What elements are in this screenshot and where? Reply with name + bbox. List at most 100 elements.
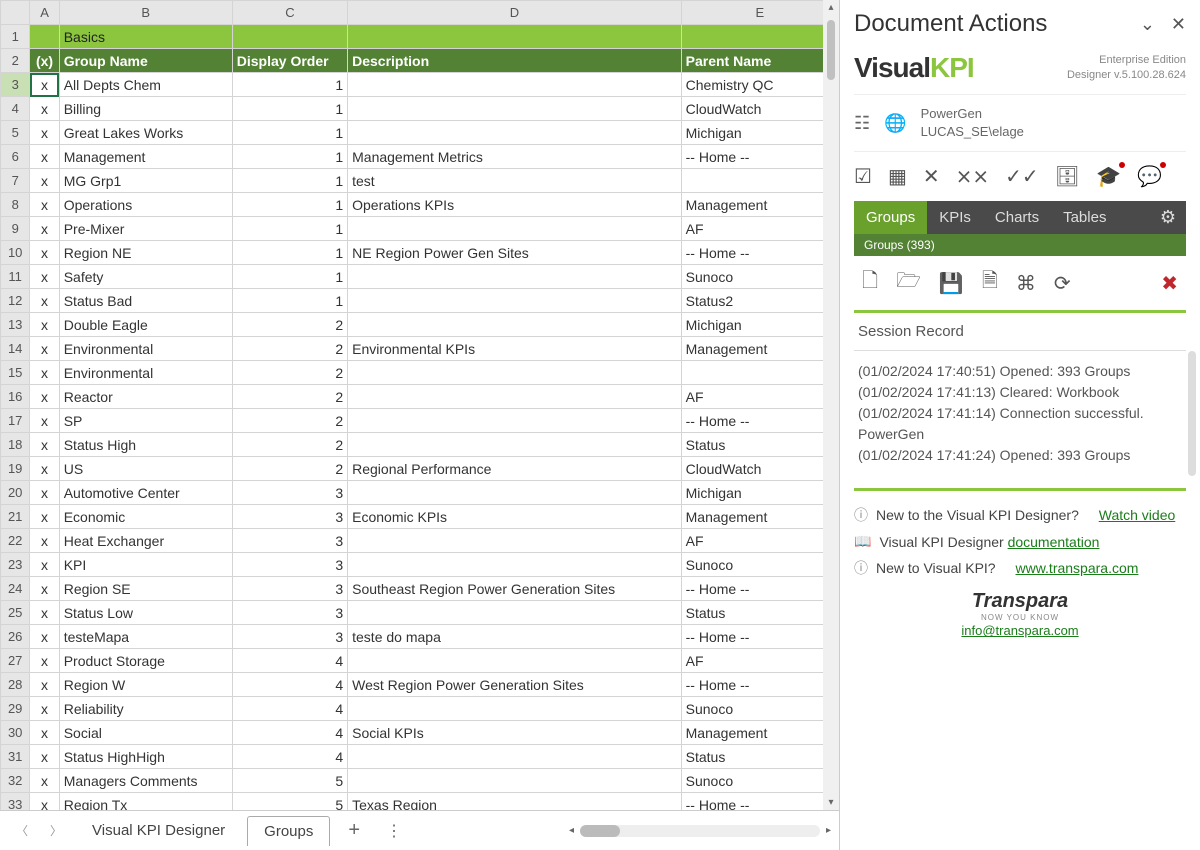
cell[interactable]: Social bbox=[59, 721, 232, 745]
cell[interactable]: 1 bbox=[232, 97, 347, 121]
cell[interactable]: Environmental KPIs bbox=[348, 337, 682, 361]
sheet-tab-designer[interactable]: Visual KPI Designer bbox=[76, 816, 241, 845]
cell[interactable]: 2 bbox=[232, 361, 347, 385]
cell[interactable]: 5 bbox=[232, 793, 347, 811]
cell[interactable]: 2 bbox=[232, 385, 347, 409]
cell[interactable]: -- Home -- bbox=[681, 625, 838, 649]
cell[interactable]: x bbox=[30, 337, 59, 361]
cell[interactable]: x bbox=[30, 673, 59, 697]
cell[interactable]: x bbox=[30, 457, 59, 481]
cell[interactable]: 3 bbox=[232, 601, 347, 625]
cell[interactable]: Management bbox=[681, 337, 838, 361]
row-header[interactable]: 10 bbox=[1, 241, 30, 265]
cell[interactable] bbox=[348, 121, 682, 145]
cell[interactable]: x bbox=[30, 241, 59, 265]
cell[interactable]: x bbox=[30, 553, 59, 577]
watch-video-link[interactable]: Watch video bbox=[1099, 507, 1176, 523]
cell[interactable]: Parent Name bbox=[681, 49, 838, 73]
cell[interactable]: Region SE bbox=[59, 577, 232, 601]
cell[interactable]: Operations KPIs bbox=[348, 193, 682, 217]
col-header[interactable]: C bbox=[232, 1, 347, 25]
cell[interactable]: Status High bbox=[59, 433, 232, 457]
cell[interactable]: 1 bbox=[232, 73, 347, 97]
delete-red-icon[interactable]: ✖ bbox=[1161, 271, 1178, 296]
settings-gear-icon[interactable]: ⚙ bbox=[1150, 201, 1186, 234]
cell[interactable] bbox=[348, 697, 682, 721]
cell[interactable]: 1 bbox=[232, 121, 347, 145]
hscroll-right-icon[interactable]: ▸ bbox=[826, 825, 831, 836]
cell[interactable]: Double Eagle bbox=[59, 313, 232, 337]
cell[interactable] bbox=[681, 361, 838, 385]
cell[interactable]: x bbox=[30, 313, 59, 337]
cell[interactable]: x bbox=[30, 289, 59, 313]
cell[interactable]: -- Home -- bbox=[681, 241, 838, 265]
cell[interactable]: Status Low bbox=[59, 601, 232, 625]
cell[interactable]: 2 bbox=[232, 433, 347, 457]
cell[interactable]: x bbox=[30, 121, 59, 145]
cell[interactable] bbox=[348, 25, 682, 49]
cell[interactable]: Automotive Center bbox=[59, 481, 232, 505]
cell[interactable]: 2 bbox=[232, 457, 347, 481]
cell[interactable]: AF bbox=[681, 217, 838, 241]
tab-charts[interactable]: Charts bbox=[983, 201, 1051, 234]
row-header[interactable]: 3 bbox=[1, 73, 30, 97]
cell[interactable]: Status bbox=[681, 745, 838, 769]
hscroll-thumb[interactable] bbox=[580, 825, 620, 837]
row-header[interactable]: 22 bbox=[1, 529, 30, 553]
cell[interactable]: US bbox=[59, 457, 232, 481]
cell[interactable]: 2 bbox=[232, 313, 347, 337]
row-header[interactable]: 1 bbox=[1, 25, 30, 49]
cell[interactable]: 3 bbox=[232, 625, 347, 649]
row-header[interactable]: 27 bbox=[1, 649, 30, 673]
cell[interactable]: x bbox=[30, 649, 59, 673]
cell[interactable] bbox=[681, 169, 838, 193]
cell[interactable]: Status2 bbox=[681, 289, 838, 313]
cell[interactable]: 1 bbox=[232, 145, 347, 169]
database-sync-icon[interactable]: 🗄 bbox=[1055, 164, 1080, 189]
cell[interactable]: 3 bbox=[232, 529, 347, 553]
row-header[interactable]: 16 bbox=[1, 385, 30, 409]
scroll-down-icon[interactable]: ▾ bbox=[826, 795, 835, 810]
approve-all-icon[interactable]: ✓✓ bbox=[1005, 164, 1039, 189]
cell[interactable] bbox=[348, 73, 682, 97]
cell[interactable]: 1 bbox=[232, 193, 347, 217]
cell[interactable] bbox=[348, 601, 682, 625]
preview-icon[interactable]: 🗎 bbox=[982, 266, 998, 300]
cell[interactable]: Region Tx bbox=[59, 793, 232, 811]
cell[interactable]: 1 bbox=[232, 217, 347, 241]
cell[interactable]: All Depts Chem bbox=[59, 73, 232, 97]
cell[interactable]: x bbox=[30, 217, 59, 241]
cell[interactable] bbox=[348, 361, 682, 385]
row-header[interactable]: 8 bbox=[1, 193, 30, 217]
row-header[interactable]: 33 bbox=[1, 793, 30, 811]
cell[interactable]: 3 bbox=[232, 577, 347, 601]
cell[interactable] bbox=[348, 385, 682, 409]
cell[interactable]: Group Name bbox=[59, 49, 232, 73]
cell[interactable]: MG Grp1 bbox=[59, 169, 232, 193]
cell[interactable]: Sunoco bbox=[681, 265, 838, 289]
hierarchy-icon[interactable]: ⌘ bbox=[1016, 271, 1036, 296]
row-header[interactable]: 19 bbox=[1, 457, 30, 481]
row-header[interactable]: 7 bbox=[1, 169, 30, 193]
globe-icon[interactable]: 🌐 bbox=[884, 113, 906, 134]
education-icon[interactable]: 🎓 bbox=[1096, 164, 1121, 189]
row-header[interactable]: 26 bbox=[1, 625, 30, 649]
cell[interactable] bbox=[348, 433, 682, 457]
row-header[interactable]: 6 bbox=[1, 145, 30, 169]
cell[interactable]: -- Home -- bbox=[681, 577, 838, 601]
refresh-icon[interactable]: ⟳ bbox=[1054, 271, 1071, 296]
panel-close-icon[interactable]: ✕ bbox=[1171, 14, 1186, 35]
row-header[interactable]: 21 bbox=[1, 505, 30, 529]
cell[interactable]: 4 bbox=[232, 721, 347, 745]
hscroll-left-icon[interactable]: ◂ bbox=[569, 825, 574, 836]
cell[interactable]: testeMapa bbox=[59, 625, 232, 649]
sheet-next-icon[interactable]: 〉 bbox=[42, 818, 70, 843]
cell[interactable]: x bbox=[30, 601, 59, 625]
cell[interactable]: Sunoco bbox=[681, 769, 838, 793]
cell[interactable]: Michigan bbox=[681, 313, 838, 337]
row-header[interactable]: 31 bbox=[1, 745, 30, 769]
cell[interactable]: Regional Performance bbox=[348, 457, 682, 481]
add-sheet-icon[interactable]: + bbox=[336, 819, 372, 842]
row-header[interactable]: 12 bbox=[1, 289, 30, 313]
cell[interactable]: 4 bbox=[232, 649, 347, 673]
